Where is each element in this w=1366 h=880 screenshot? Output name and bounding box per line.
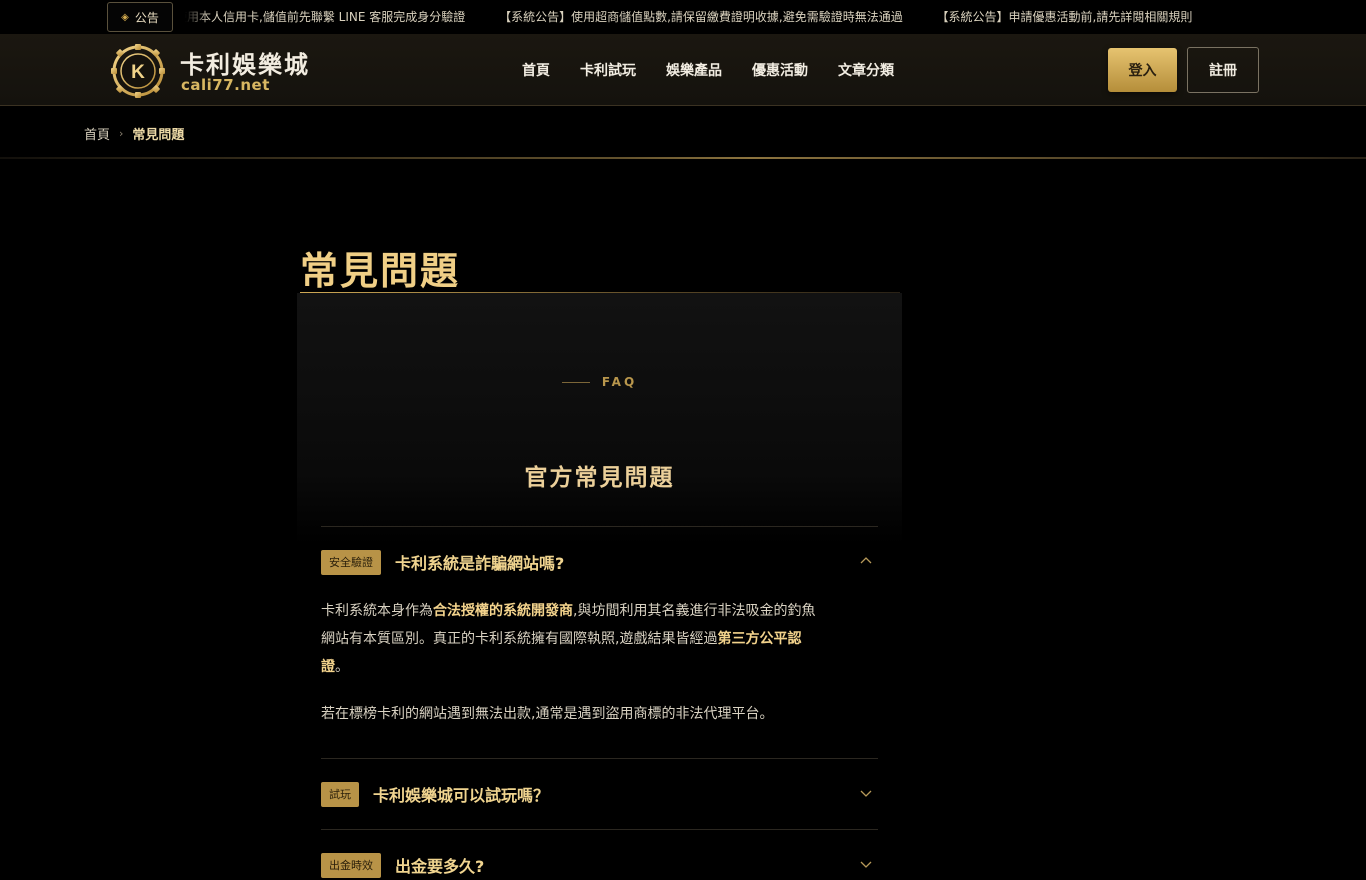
breadcrumb-separator: › [119,127,124,140]
divider [0,157,1366,159]
site-header: K 卡利娛樂城 cali77.net 首頁 卡利試玩 娛樂產品 優惠活動 文章分… [0,34,1366,106]
announcement-bar: ◈ 公告 使用本人信用卡,儲值前先聯繫 LINE 客服完成身分驗證 【系統公告】… [0,0,1366,34]
main-nav: 首頁 卡利試玩 娛樂產品 優惠活動 文章分類 [507,34,909,106]
breadcrumb-home[interactable]: 首頁 [84,124,110,143]
faq-question: 出金要多久? [395,857,485,876]
faq-question-row[interactable]: 安全驗證 卡利系統是詐騙網站嗎? [321,527,878,597]
breadcrumb-current: 常見問題 [132,128,185,143]
faq-eyebrow: FAQ [297,375,902,389]
logo-letter: K [131,62,145,83]
faq-item: 試玩 卡利娛樂城可以試玩嗎？ [321,758,878,829]
faq-eyebrow-label: FAQ [601,375,638,389]
login-button[interactable]: 登入 [1108,48,1177,92]
faq-item: 出金時效 出金要多久? [321,829,878,880]
chevron-down-icon[interactable] [860,787,872,799]
nav-promotions[interactable]: 優惠活動 [737,60,823,80]
diamond-icon: ◈ [121,11,129,23]
announcement-badge-label: 公告 [134,10,159,25]
faq-question-row[interactable]: 出金時效 出金要多久? [321,830,878,880]
announcement-badge[interactable]: ◈ 公告 [107,2,173,32]
nav-articles[interactable]: 文章分類 [823,60,909,80]
faq-tag: 安全驗證 [321,549,381,575]
site-domain: cali77.net [181,76,270,94]
nav-products[interactable]: 娛樂產品 [651,60,737,80]
faq-heading: 官方常見問題 [524,465,675,491]
faq-tag: 試玩 [321,781,359,807]
faq-question: 卡利娛樂城可以試玩嗎？ [373,786,550,805]
faq-answer: 卡利系統本身作為合法授權的系統開發商,與坊間利用其名義進行非法吸金的釣魚網站有本… [321,597,878,758]
chevron-up-icon[interactable] [860,555,872,567]
site-name[interactable]: 卡利娛樂城 [180,45,310,80]
faq-section: FAQ 官方常見問題 安全驗證 卡利系統是詐騙網站嗎? 卡利系統本身作為合法授權… [297,293,902,880]
faq-tag: 出金時效 [321,852,381,878]
register-button[interactable]: 註冊 [1187,47,1259,93]
faq-question-row[interactable]: 試玩 卡利娛樂城可以試玩嗎？ [321,759,878,829]
logo-icon[interactable]: K [110,43,166,99]
chevron-down-icon[interactable] [860,858,872,870]
page-title: 常見問題 [300,249,461,293]
faq-list: 安全驗證 卡利系統是詐騙網站嗎? 卡利系統本身作為合法授權的系統開發商,與坊間利… [321,526,878,880]
breadcrumb: 首頁 › 常見問題 [84,124,184,143]
faq-answer-paragraph: 卡利系統本身作為合法授權的系統開發商,與坊間利用其名義進行非法吸金的釣魚網站有本… [321,603,816,675]
faq-question: 卡利系統是詐騙網站嗎? [395,554,565,573]
announcement-item[interactable]: 【系統公告】申請優惠活動前,請先詳閱相關規則 [937,0,1193,34]
eyebrow-dash [561,381,590,383]
announcement-item[interactable]: 【系統公告】使用超商儲值點數,請保留繳費證明收據,避免需驗證時無法通過 [499,0,903,34]
announcement-marquee: 使用本人信用卡,儲值前先聯繫 LINE 客服完成身分驗證 【系統公告】使用超商儲… [185,0,1260,34]
announcement-item[interactable]: 使用本人信用卡,儲值前先聯繫 LINE 客服完成身分驗證 [185,0,465,34]
nav-trial[interactable]: 卡利試玩 [565,60,651,80]
nav-home[interactable]: 首頁 [507,60,565,80]
faq-answer-paragraph: 若在標榜卡利的網站遇到無法出款,通常是遇到盜用商標的非法代理平台。 [321,706,774,722]
faq-item: 安全驗證 卡利系統是詐騙網站嗎? 卡利系統本身作為合法授權的系統開發商,與坊間利… [321,526,878,758]
